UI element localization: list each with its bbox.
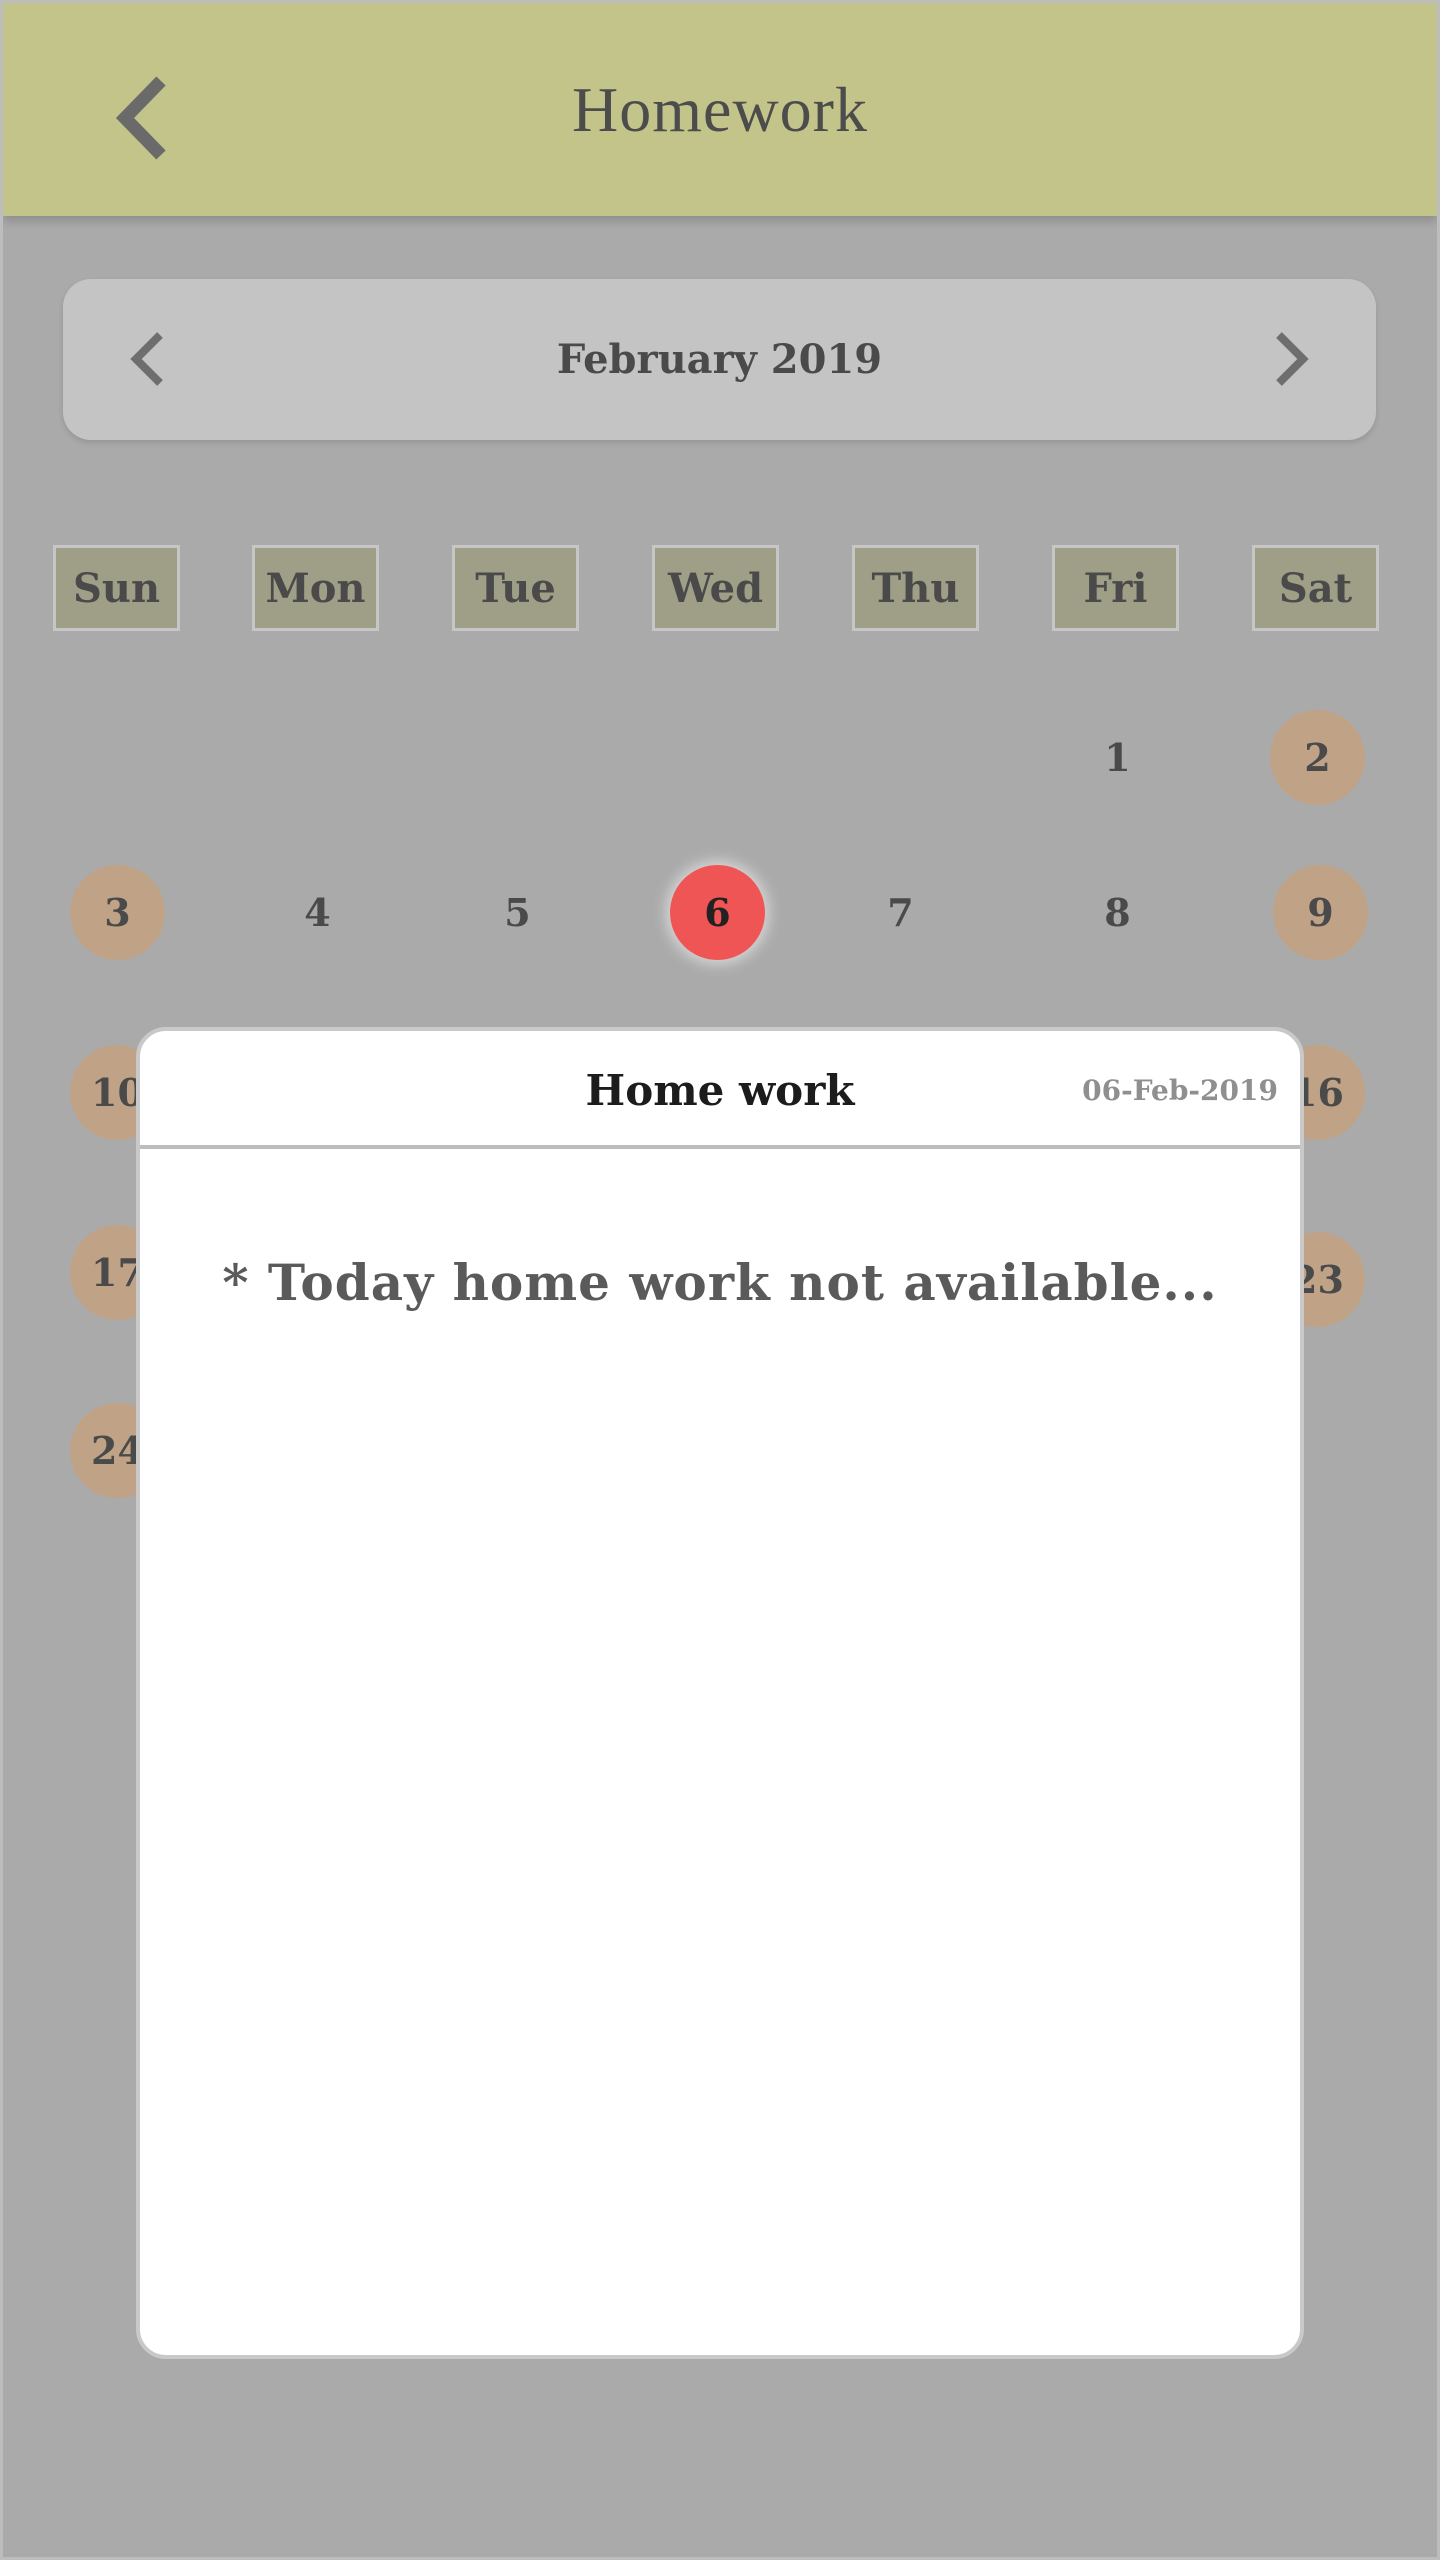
weekday-tue: Tue: [452, 545, 579, 631]
weekday-fri: Fri: [1052, 545, 1179, 631]
day-cell[interactable]: 4: [270, 865, 365, 960]
page-title: Homework: [572, 73, 868, 145]
weekday-wed: Wed: [652, 545, 779, 631]
dialog-header: Home work 06-Feb-2019: [140, 1031, 1300, 1149]
month-navigator: February 2019: [63, 279, 1376, 440]
weekday-sun: Sun: [53, 545, 180, 631]
day-cell[interactable]: 3: [70, 865, 165, 960]
chevron-right-icon: [1276, 332, 1309, 386]
dialog-date: 06-Feb-2019: [1082, 1073, 1278, 1107]
day-cell[interactable]: 2: [1270, 710, 1365, 805]
day-cell-selected[interactable]: 6: [670, 865, 765, 960]
empty-state-message: * Today home work not available...: [222, 1253, 1218, 1312]
next-month-button[interactable]: [1246, 314, 1336, 404]
app-header: Homework: [3, 3, 1437, 216]
day-cell[interactable]: 8: [1070, 865, 1165, 960]
day-cell[interactable]: 7: [853, 865, 948, 960]
back-button[interactable]: [98, 63, 188, 173]
day-cell[interactable]: 5: [470, 865, 565, 960]
weekday-mon: Mon: [252, 545, 379, 631]
homework-dialog: Home work 06-Feb-2019 * Today home work …: [136, 1027, 1304, 2359]
chevron-left-icon: [115, 76, 166, 160]
day-cell[interactable]: 1: [1070, 710, 1165, 805]
day-cell[interactable]: 9: [1273, 865, 1368, 960]
month-label: February 2019: [556, 336, 883, 383]
weekday-sat: Sat: [1252, 545, 1379, 631]
weekday-thu: Thu: [852, 545, 979, 631]
